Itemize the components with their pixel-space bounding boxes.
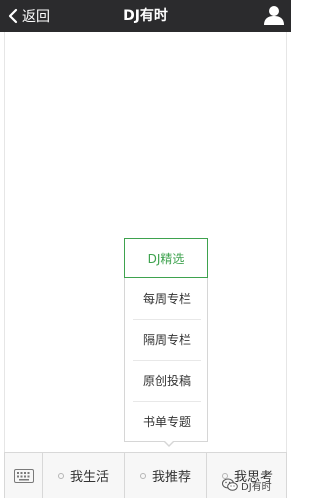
wechat-icon bbox=[222, 478, 238, 491]
tab-label: 我生活 bbox=[69, 470, 109, 485]
menu-dot-icon bbox=[139, 472, 146, 479]
page-title: DJ有时 bbox=[123, 8, 168, 24]
watermark-text: DJ有时 bbox=[241, 481, 272, 493]
keyboard-toggle-button[interactable] bbox=[5, 453, 43, 498]
popup-caret bbox=[163, 440, 175, 447]
watermark: DJ有时 bbox=[222, 476, 272, 494]
menu-item-weekly-column[interactable]: 每周专栏 bbox=[133, 279, 201, 320]
menu-item-dj-picks[interactable]: DJ精选 bbox=[124, 238, 208, 278]
app-frame: 返回 DJ有时 DJ精选 每周专栏 隔周专栏 原创投稿 书单专题 我生活 我推荐… bbox=[0, 0, 291, 499]
tab-my-recommendations[interactable]: 我推荐 bbox=[125, 453, 207, 498]
tab-my-life[interactable]: 我生活 bbox=[43, 453, 125, 498]
submenu-popup: DJ精选 每周专栏 隔周专栏 原创投稿 书单专题 bbox=[124, 238, 208, 447]
tab-label: 我推荐 bbox=[151, 470, 191, 485]
person-icon[interactable] bbox=[263, 4, 285, 26]
menu-item-biweekly-column[interactable]: 隔周专栏 bbox=[133, 320, 201, 361]
menu-dot-icon bbox=[57, 472, 64, 479]
keyboard-icon bbox=[13, 468, 34, 483]
menu-item-original-submissions[interactable]: 原创投稿 bbox=[133, 361, 201, 402]
menu-item-booklist-topics[interactable]: 书单专题 bbox=[133, 402, 201, 442]
header-bar: 返回 DJ有时 bbox=[0, 0, 291, 32]
